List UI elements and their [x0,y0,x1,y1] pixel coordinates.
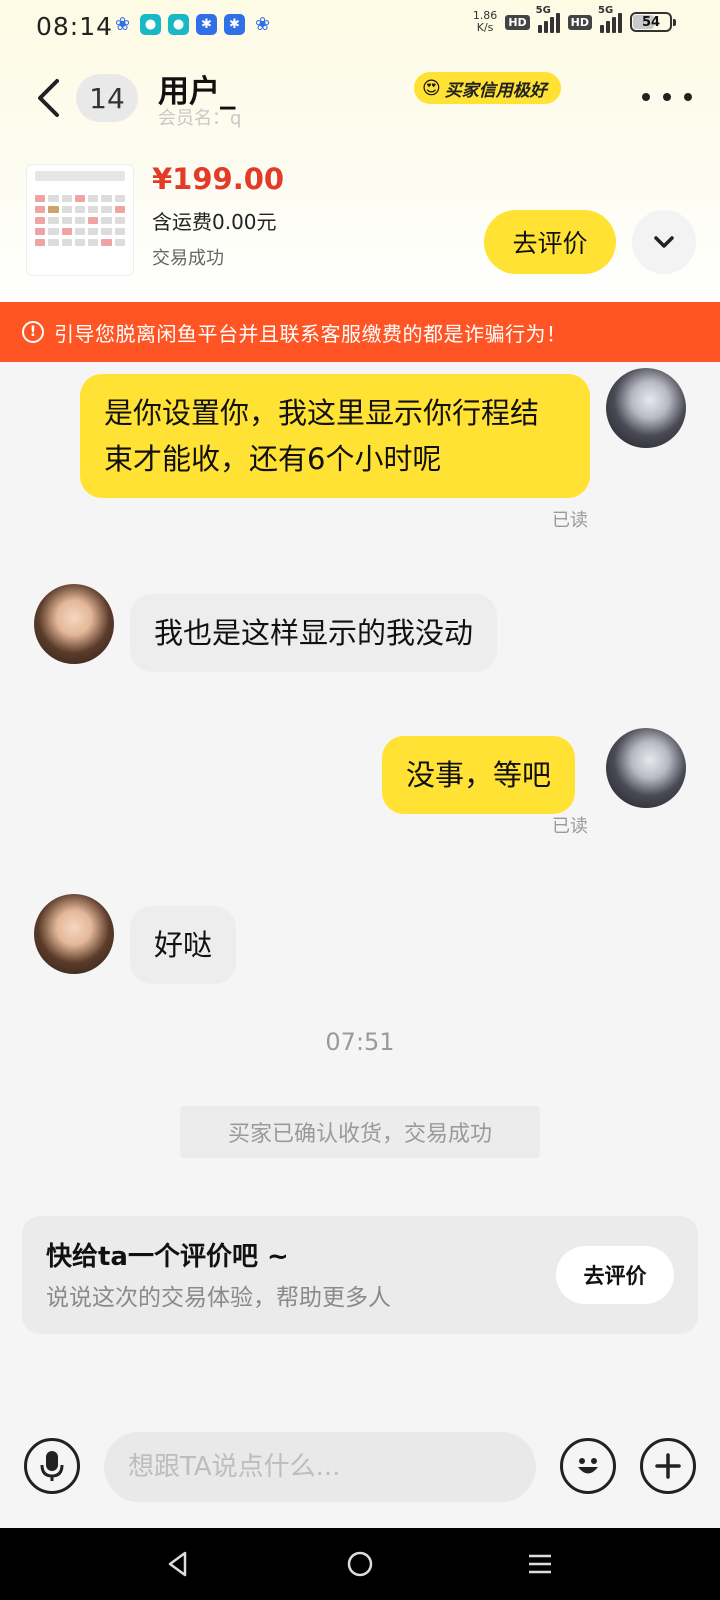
net-speed-unit: K/s [476,21,494,34]
message-bubble-self[interactable]: 没事，等吧 [382,736,576,814]
signal-icon-2: 5G [598,5,622,33]
chevron-down-icon [654,236,674,248]
network-type-label-2: 5G [598,5,614,16]
back-button[interactable] [30,76,66,120]
microphone-icon [40,1451,64,1481]
review-button[interactable]: 去评价 [484,210,616,274]
avatar-self[interactable] [606,368,686,448]
chat-app-icon: ● [140,14,161,35]
warning-text: 引导您脱离闲鱼平台并且联系客服缴费的都是诈骗行为！ [54,321,567,346]
message-bubble-self[interactable]: 是你设置你，我这里显示你行程结束才能收，还有6个小时呢 [80,374,590,498]
review-prompt-card: 快给ta一个评价吧 ~ 说说这次的交易体验，帮助更多人 去评价 [22,1216,698,1334]
status-bar: 08:14 ❀ ● ● ✱ ✱ ❀ 1.86 K/s HD 5G HD 5G 5… [0,0,720,54]
status-right: 1.86 K/s HD 5G HD 5G 54 [473,5,676,34]
credit-badge[interactable]: 😍 买家信用极好 [414,72,561,104]
signal-icon: 5G [536,5,560,33]
circle-home-icon [347,1551,373,1577]
avatar-other[interactable] [34,894,114,974]
read-receipt: 已读 [552,510,588,531]
more-dots-icon[interactable] [642,82,692,112]
plus-button[interactable] [640,1438,696,1494]
triangle-back-icon [168,1551,187,1577]
heart-eyes-emoji-icon: 😍 [422,77,441,99]
nav-home-button[interactable] [330,1542,390,1586]
menu-lines-icon [529,1554,551,1574]
network-type-label: 5G [535,5,551,16]
product-thumbnail[interactable] [26,164,134,276]
app-icon-blue: ✱ [196,14,217,35]
app-icon-blue-2: ✱ [224,14,245,35]
notification-icons: ❀ ● ● ✱ ✱ ❀ [112,14,273,35]
review-card-subtitle: 说说这次的交易体验，帮助更多人 [46,1285,391,1311]
baidu-paw-icon-2: ❀ [254,14,271,35]
message-bubble-other[interactable]: 好哒 [130,906,237,984]
status-time: 08:14 [36,12,114,41]
product-card[interactable]: ¥199.00 含运费0.00元 交易成功 去评价 [0,158,720,288]
member-name: 会员名：q [158,108,242,129]
credit-badge-label: 买家信用极好 [444,80,547,101]
read-receipt: 已读 [552,816,588,837]
product-status: 交易成功 [152,248,224,269]
battery-level: 54 [641,14,661,30]
product-shipping: 含运费0.00元 [152,210,277,234]
nav-back-button[interactable] [148,1542,208,1586]
input-bar [0,1422,720,1526]
system-notice: 买家已确认收货，交易成功 [180,1106,540,1158]
emoji-icon [578,1458,598,1474]
nav-menu-button[interactable] [510,1542,570,1586]
alert-icon: ! [22,321,44,343]
message-bubble-other[interactable]: 我也是这样显示的我没动 [130,594,498,672]
message-input[interactable] [104,1432,536,1502]
message-list[interactable]: 是你设置你，我这里显示你行程结束才能收，还有6个小时呢 已读 我也是这样显示的我… [0,362,720,1422]
hd-icon-2: HD [567,14,592,30]
hd-icon: HD [505,14,530,30]
avatar-other[interactable] [34,584,114,664]
baidu-paw-icon: ❀ [114,14,131,35]
chat-app-icon-2: ● [168,14,189,35]
message-timestamp: 07:51 [325,1028,395,1056]
plus-icon [655,1453,681,1479]
avatar-self[interactable] [606,728,686,808]
fraud-warning-banner: ! 引导您脱离闲鱼平台并且联系客服缴费的都是诈骗行为！ [0,302,720,362]
chevron-left-icon [38,79,59,117]
emoji-button[interactable] [560,1438,616,1494]
chat-header: 14 用户_ 会员名：q 😍 买家信用极好 [0,60,720,140]
product-price: ¥199.00 [152,162,285,196]
system-nav-bar [0,1528,720,1600]
net-speed: 1.86 K/s [473,10,498,34]
unread-count-badge[interactable]: 14 [76,74,138,122]
review-card-button[interactable]: 去评价 [556,1246,674,1304]
expand-button[interactable] [632,210,696,274]
review-card-title: 快给ta一个评价吧 ~ [46,1242,289,1272]
voice-button[interactable] [24,1438,80,1494]
battery-icon: 54 [630,12,676,32]
